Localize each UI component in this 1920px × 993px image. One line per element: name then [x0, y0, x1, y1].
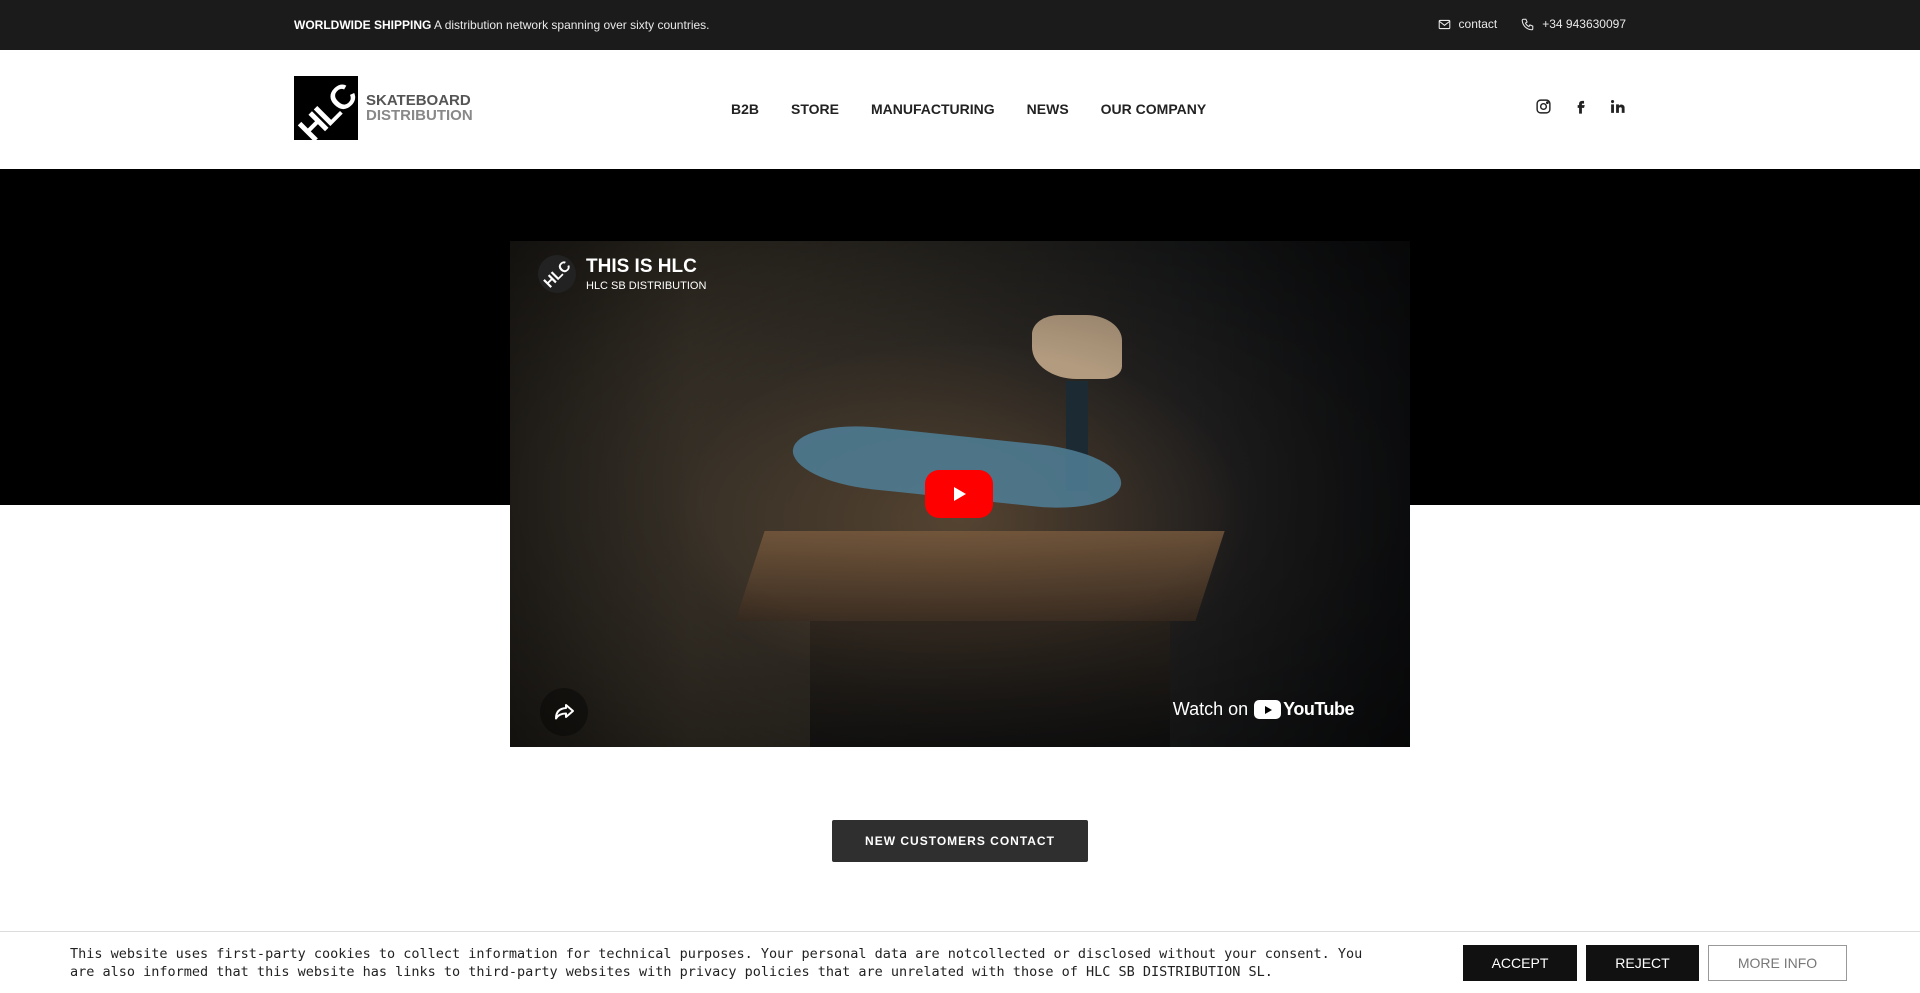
- video-title-bar[interactable]: HLC THIS IS HLC HLC SB DISTRIBUTION: [538, 255, 706, 293]
- watch-on-label: Watch on: [1172, 699, 1249, 719]
- nav-item-store[interactable]: STORE: [791, 101, 839, 117]
- site-logo[interactable]: HLC SKATEBOARD DISTRIBUTION: [294, 76, 473, 140]
- contact-link[interactable]: contact: [1438, 17, 1498, 31]
- new-customers-contact-button[interactable]: NEW CUSTOMERS CONTACT: [832, 820, 1088, 862]
- share-icon: [555, 704, 574, 720]
- linkedin-icon[interactable]: [1609, 98, 1626, 115]
- contact-label: contact: [1458, 17, 1498, 31]
- nav-item-our-company[interactable]: OUR COMPANY: [1101, 101, 1207, 117]
- logo-wordmark: SKATEBOARD DISTRIBUTION: [366, 93, 473, 123]
- video-channel[interactable]: HLC SB DISTRIBUTION: [586, 280, 706, 292]
- top-announcement-bar: WORLDWIDE SHIPPING A distribution networ…: [0, 0, 1920, 50]
- video-title[interactable]: THIS IS HLC: [586, 256, 706, 278]
- facebook-icon[interactable]: [1572, 98, 1589, 115]
- logo-line-2: DISTRIBUTION: [366, 107, 473, 124]
- logo-line-1: SKATEBOARD: [366, 92, 471, 109]
- main-navigation: B2B STORE MANUFACTURING NEWS OUR COMPANY: [731, 101, 1206, 117]
- nav-item-b2b[interactable]: B2B: [731, 101, 759, 117]
- cookie-message: This website uses first-party cookies to…: [70, 946, 1363, 980]
- nav-item-manufacturing[interactable]: MANUFACTURING: [871, 101, 995, 117]
- reject-cookies-button[interactable]: REJECT: [1586, 945, 1699, 981]
- phone-number: +34 943630097: [1542, 17, 1626, 31]
- channel-avatar[interactable]: HLC: [538, 255, 576, 293]
- cookie-actions: ACCEPT REJECT MORE INFO: [1463, 945, 1847, 981]
- share-button[interactable]: [540, 688, 588, 736]
- accept-cookies-button[interactable]: ACCEPT: [1463, 945, 1577, 981]
- social-links: [1535, 98, 1626, 115]
- watch-on-youtube-button[interactable]: Watch on YouTube: [1173, 699, 1354, 720]
- more-info-button[interactable]: MORE INFO: [1708, 945, 1847, 981]
- contact-links: contact +34 943630097: [1438, 17, 1626, 31]
- phone-icon: [1521, 18, 1534, 30]
- nav-item-news[interactable]: NEWS: [1027, 101, 1069, 117]
- mail-icon: [1438, 19, 1450, 29]
- cookie-banner: This website uses first-party cookies to…: [0, 931, 1920, 993]
- play-icon: [954, 487, 966, 501]
- logo-mark-text: HLC: [294, 77, 358, 140]
- youtube-video-embed[interactable]: HLC THIS IS HLC HLC SB DISTRIBUTION Watc…: [510, 241, 1410, 747]
- shipping-text: A distribution network spanning over six…: [434, 18, 710, 32]
- channel-avatar-text: HLC: [540, 257, 574, 291]
- youtube-wordmark: YouTube: [1283, 699, 1354, 719]
- youtube-logo: YouTube: [1254, 699, 1354, 720]
- phone-link[interactable]: +34 943630097: [1521, 17, 1626, 31]
- youtube-play-icon: [1254, 700, 1282, 719]
- logo-mark: HLC: [294, 76, 358, 140]
- play-button[interactable]: [925, 470, 993, 518]
- instagram-icon[interactable]: [1535, 98, 1552, 115]
- site-header: HLC SKATEBOARD DISTRIBUTION B2B STORE MA…: [0, 50, 1920, 169]
- shipping-title: WORLDWIDE SHIPPING: [294, 18, 432, 32]
- shipping-notice: WORLDWIDE SHIPPING A distribution networ…: [294, 18, 710, 32]
